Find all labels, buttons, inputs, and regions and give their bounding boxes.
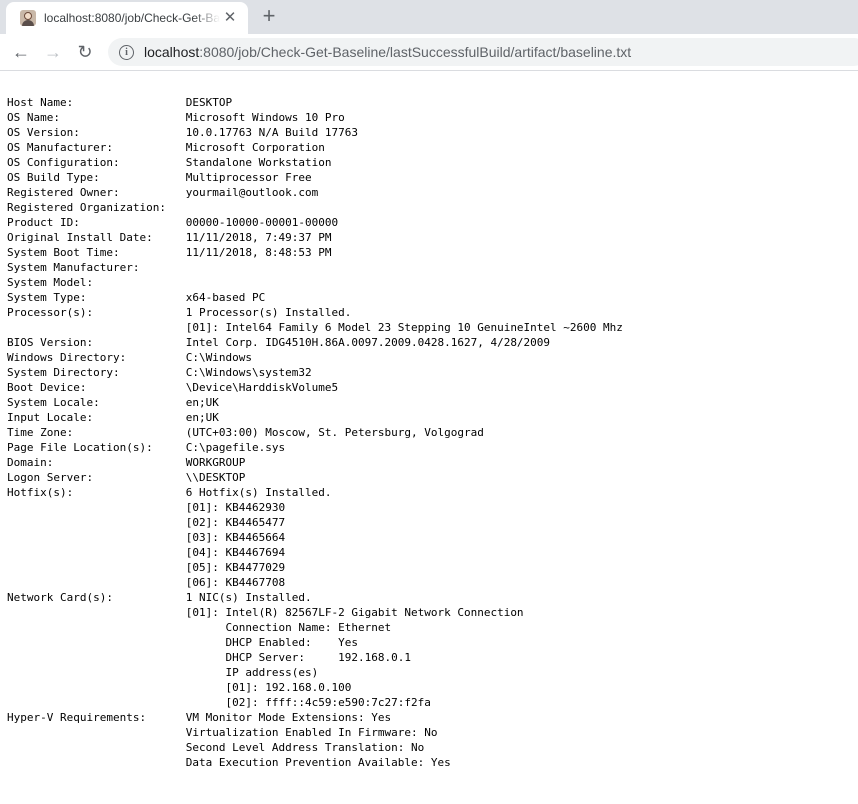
url-path: :8080/job/Check-Get-Baseline/lastSuccess…: [199, 44, 632, 60]
page-content: Host Name: DESKTOP OS Name: Microsoft Wi…: [7, 95, 857, 770]
tab-title: localhost:8080/job/Check-Get-Baseline: [44, 11, 220, 25]
forward-button[interactable]: →: [41, 41, 65, 63]
baseline-text: Host Name: DESKTOP OS Name: Microsoft Wi…: [7, 96, 623, 769]
tab-strip: localhost:8080/job/Check-Get-Baseline ✕ …: [0, 0, 858, 34]
reload-button[interactable]: ↻: [73, 41, 97, 63]
new-tab-button[interactable]: +: [258, 5, 280, 28]
browser-tab[interactable]: localhost:8080/job/Check-Get-Baseline ✕: [6, 2, 248, 34]
browser-toolbar: ← → ↻ i localhost:8080/job/Check-Get-Bas…: [0, 34, 858, 71]
site-info-icon[interactable]: i: [119, 44, 134, 60]
jenkins-favicon-icon: [20, 10, 36, 26]
url-host: localhost: [144, 44, 200, 60]
url-text: localhost:8080/job/Check-Get-Baseline/la…: [144, 44, 631, 60]
address-bar[interactable]: i localhost:8080/job/Check-Get-Baseline/…: [108, 38, 858, 66]
back-button[interactable]: ←: [9, 41, 33, 63]
tab-close-icon[interactable]: ✕: [222, 10, 238, 26]
